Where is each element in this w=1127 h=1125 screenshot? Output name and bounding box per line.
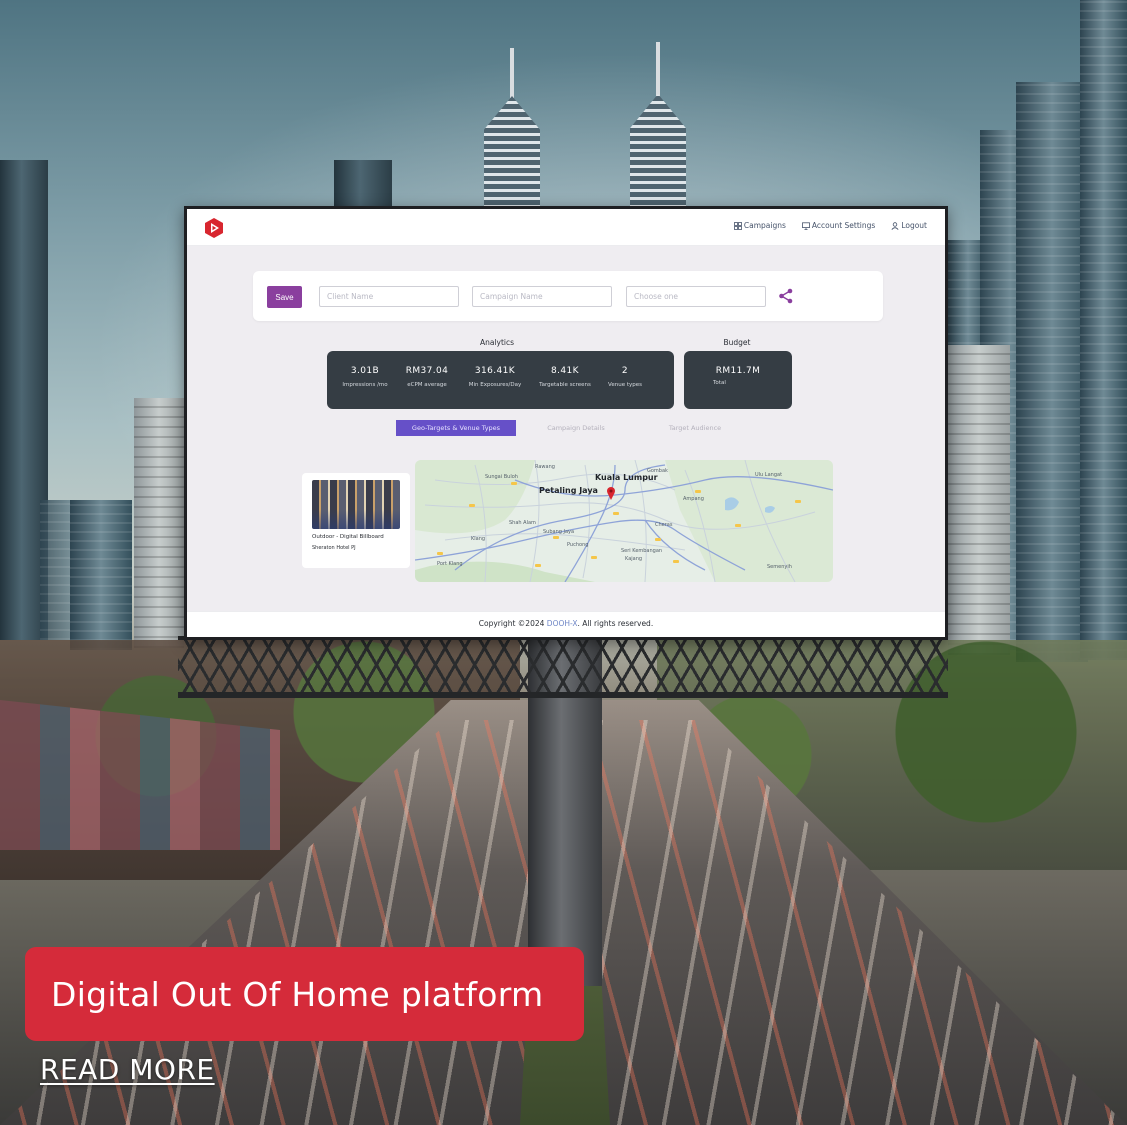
stat-venue-types: 2 Venue types	[595, 366, 655, 389]
campaign-name-input[interactable]	[472, 286, 612, 307]
save-button[interactable]: Save	[267, 286, 302, 308]
map-label: Kuala Lumpur	[595, 473, 658, 482]
map-label: Semenyih	[767, 564, 792, 570]
map-label: Rawang	[535, 464, 555, 470]
stat-label: Min Exposures/Day	[468, 382, 522, 388]
budget-panel: RM11.7M Total	[684, 351, 792, 409]
analytics-heading: Analytics	[479, 338, 515, 347]
venue-photo	[312, 480, 400, 529]
promo-banner: Digital Out Of Home platform	[25, 947, 584, 1041]
map-label: Seri Kembangan	[621, 548, 663, 554]
nav-account-settings[interactable]: Account Settings	[801, 221, 876, 230]
venue-card[interactable]: Outdoor - Digital Billboard Sheraton Hot…	[302, 473, 410, 568]
stat-label: Venue types	[608, 382, 642, 388]
footer-brand-link[interactable]: DOOH-X	[547, 619, 578, 628]
app-body: Save Analytics Budget 3.01B Impressions …	[187, 246, 945, 611]
logo-icon	[205, 218, 223, 238]
tab-campaign-details[interactable]: Campaign Details	[533, 420, 619, 436]
stat-ecpm: RM37.04 eCPM average	[397, 366, 457, 389]
stat-label: Impressions /mo	[342, 382, 388, 388]
budget-total: RM11.7M Total	[696, 366, 780, 387]
map-label: Sungai Buloh	[485, 474, 518, 480]
building	[1080, 0, 1127, 660]
client-name-input[interactable]	[319, 286, 459, 307]
map-label: Shah Alam	[509, 520, 536, 526]
tower-spire	[510, 48, 514, 98]
building	[1016, 82, 1088, 662]
stat-screens: 8.41K Targetable screens	[535, 366, 595, 389]
app-footer: Copyright ©2024 DOOH-X. All rights reser…	[187, 611, 945, 637]
tab-target-audience[interactable]: Target Audience	[655, 420, 735, 436]
venue-subtitle: Sheraton Hotel PJ	[312, 545, 356, 551]
map-label: Kajang	[625, 556, 643, 562]
top-nav: Campaigns Account Settings Logout	[733, 221, 927, 230]
analytics-panel: 3.01B Impressions /mo RM37.04 eCPM avera…	[327, 351, 674, 409]
budget-label: Total	[713, 380, 726, 386]
map-label: Subang Jaya	[543, 529, 575, 535]
grid-icon	[733, 221, 742, 230]
tab-geo-targets[interactable]: Geo-Targets & Venue Types	[396, 420, 516, 436]
nav-account-settings-label: Account Settings	[811, 221, 876, 230]
map-label: Port Klang	[437, 561, 463, 567]
nav-campaigns-label: Campaigns	[743, 221, 786, 230]
stat-value: RM37.04	[405, 366, 449, 376]
venue-title: Outdoor - Digital Billboard	[312, 534, 384, 540]
user-icon	[891, 221, 899, 230]
building	[70, 500, 132, 650]
footer-prefix: Copyright ©2024	[478, 619, 547, 628]
nav-campaigns[interactable]: Campaigns	[733, 221, 786, 230]
map-label: Ulu Langat	[755, 472, 783, 478]
share-icon[interactable]	[777, 287, 795, 305]
building	[134, 398, 184, 648]
map-label: Klang	[471, 536, 486, 542]
budget-value: RM11.7M	[715, 366, 761, 376]
budget-heading: Budget	[723, 338, 751, 347]
map-label: Puchong	[567, 542, 589, 548]
stat-label: Targetable screens	[539, 382, 591, 388]
billboard-screen: Campaigns Account Settings Logout Save C…	[184, 206, 948, 640]
footer-suffix: . All rights reserved.	[577, 619, 654, 628]
building	[334, 160, 392, 210]
nav-logout-label: Logout	[901, 221, 927, 230]
choose-one-select[interactable]	[626, 286, 766, 307]
building	[948, 345, 1010, 655]
stat-value: 8.41K	[551, 366, 579, 376]
read-more-link[interactable]: READ MORE	[40, 1053, 215, 1086]
nav-logout[interactable]: Logout	[891, 221, 927, 230]
map-label: Ampang	[683, 496, 704, 502]
stat-value: 3.01B	[350, 366, 380, 376]
stat-impressions: 3.01B Impressions /mo	[335, 366, 395, 389]
monitor-icon	[801, 221, 810, 230]
geo-map[interactable]: Kuala Lumpur Petaling Jaya Shah Alam Sub…	[415, 460, 833, 582]
map-label: Gombak	[647, 468, 668, 474]
tower-spire	[656, 42, 660, 98]
promo-headline: Digital Out Of Home platform	[51, 975, 544, 1014]
campaign-toolbar: Save	[253, 271, 883, 321]
billboard-truss	[178, 636, 948, 698]
app-header: Campaigns Account Settings Logout	[187, 209, 945, 246]
map-label: Petaling Jaya	[539, 486, 598, 495]
stat-value: 316.41K	[474, 366, 516, 376]
stat-label: eCPM average	[407, 382, 447, 388]
stat-exposures: 316.41K Min Exposures/Day	[465, 366, 525, 389]
map-label: Cheras	[655, 522, 673, 528]
stat-value: 2	[621, 366, 629, 376]
